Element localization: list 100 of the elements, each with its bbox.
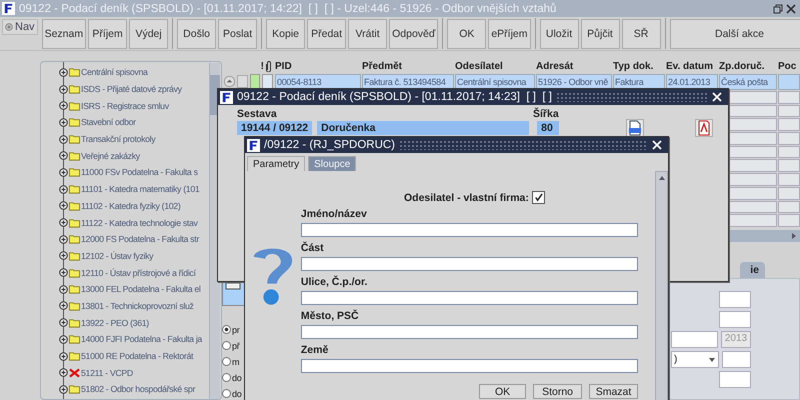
right-arrow-icon[interactable] bbox=[791, 232, 797, 240]
input-field[interactable] bbox=[719, 371, 751, 388]
expand-icon[interactable] bbox=[59, 301, 68, 310]
tree-item[interactable]: 11101 - Katedra matematiky (101 bbox=[81, 184, 200, 194]
toolbar-button[interactable]: SŘ bbox=[622, 18, 661, 48]
tree-item[interactable]: 13801 - Technickoprovozní služ bbox=[81, 300, 194, 311]
report-name-cell[interactable]: Doručenka bbox=[317, 121, 530, 135]
tree-item[interactable]: 51802 - Odbor hospodářské spr bbox=[81, 384, 196, 394]
input-field[interactable] bbox=[300, 359, 638, 373]
tab[interactable]: ie bbox=[740, 262, 765, 278]
paperclip-icon bbox=[266, 60, 272, 72]
expand-icon[interactable] bbox=[59, 168, 68, 177]
expand-icon[interactable] bbox=[59, 251, 68, 260]
expand-icon[interactable] bbox=[59, 68, 68, 77]
pdf-file-icon[interactable] bbox=[695, 119, 714, 137]
dialog-button[interactable]: OK bbox=[479, 384, 526, 399]
dialog-button[interactable]: Storno bbox=[533, 384, 582, 399]
nav-button[interactable]: Nav bbox=[2, 18, 38, 34]
table-cell: Faktura č. 513494584 bbox=[362, 74, 454, 90]
tree-item[interactable]: 11102 - Katedra fyziky (102) bbox=[81, 200, 180, 211]
table-cell bbox=[262, 74, 273, 90]
xml-file-icon[interactable] bbox=[626, 119, 644, 137]
checkbox[interactable] bbox=[532, 191, 545, 204]
radio-button[interactable] bbox=[222, 341, 231, 350]
report-number-cell[interactable]: 19144 / 09122 bbox=[237, 121, 312, 135]
option-label: m bbox=[232, 356, 240, 366]
tree-item[interactable]: 13000 FEL Podatelna - Fakulta el bbox=[81, 284, 201, 294]
expand-icon[interactable] bbox=[59, 268, 68, 278]
restore-icon[interactable] bbox=[773, 4, 783, 14]
toolbar-button[interactable]: Předat bbox=[307, 18, 346, 48]
tree-item[interactable]: Transakční protokoly bbox=[81, 134, 156, 144]
input-field[interactable] bbox=[722, 351, 751, 368]
expand-icon[interactable] bbox=[59, 118, 68, 127]
expand-icon[interactable] bbox=[59, 352, 68, 361]
radio-button[interactable] bbox=[222, 373, 231, 382]
tree-item[interactable]: 14000 FJFI Podatelna - Fakulta ja bbox=[81, 334, 202, 344]
tree-item[interactable]: 12110 - Ústav přístrojové a řídicí bbox=[81, 268, 196, 278]
input-field[interactable] bbox=[300, 325, 638, 339]
scroll-bar[interactable] bbox=[655, 171, 668, 400]
column-header: Poc bbox=[778, 60, 798, 72]
toolbar-button[interactable]: Výdej bbox=[129, 18, 168, 48]
dialog-title: /09122 - (RJ_SPDORUC) bbox=[264, 139, 396, 151]
input-field[interactable] bbox=[719, 291, 751, 308]
expand-icon[interactable] bbox=[59, 201, 68, 210]
expand-icon[interactable] bbox=[59, 151, 68, 160]
tab[interactable]: Parametry bbox=[247, 156, 306, 171]
expand-icon[interactable] bbox=[59, 334, 68, 344]
close-icon[interactable] bbox=[786, 4, 796, 14]
report-width-cell[interactable]: 80 bbox=[537, 121, 560, 135]
up-arrow-icon[interactable] bbox=[658, 175, 666, 181]
check-icon bbox=[534, 193, 543, 202]
radio-button[interactable] bbox=[222, 357, 231, 366]
row-checkbox[interactable] bbox=[237, 75, 248, 88]
expand-icon[interactable] bbox=[59, 368, 68, 378]
toolbar-button[interactable]: Další akce bbox=[670, 18, 800, 48]
tree-item[interactable]: 12102 - Ústav fyziky bbox=[81, 250, 154, 261]
folder-icon bbox=[69, 351, 80, 362]
table-cell bbox=[778, 159, 800, 172]
input-field[interactable] bbox=[300, 257, 638, 271]
tree-item[interactable]: Stavební odbor bbox=[81, 117, 136, 128]
expand-icon[interactable] bbox=[59, 184, 68, 194]
tree-item[interactable]: 13922 - PEO (361) bbox=[81, 318, 149, 328]
expand-icon[interactable] bbox=[59, 234, 68, 244]
toolbar-button[interactable]: Odpověď bbox=[389, 18, 438, 48]
input-field[interactable] bbox=[300, 291, 638, 305]
toolbar-button[interactable]: Kopie bbox=[266, 18, 306, 48]
toolbar-button[interactable]: Seznam bbox=[42, 18, 86, 48]
toolbar-button[interactable]: Došlo bbox=[177, 18, 216, 48]
dialog-button[interactable]: Smazat bbox=[589, 384, 638, 399]
tree-item[interactable]: 11000 FSv Podatelna - Fakulta s bbox=[81, 167, 198, 178]
expand-icon[interactable] bbox=[59, 134, 68, 144]
toolbar-button[interactable]: Příjem bbox=[88, 18, 128, 48]
toolbar-button[interactable]: Půjčit bbox=[580, 18, 620, 48]
toolbar-button[interactable]: ePříjem bbox=[488, 18, 531, 48]
expand-icon[interactable] bbox=[59, 384, 68, 394]
tree-item[interactable]: Veřejné zakázky bbox=[81, 150, 140, 161]
tree-item[interactable]: ISRS - Registrace smluv bbox=[81, 100, 169, 111]
table-cell bbox=[778, 132, 800, 145]
tree-item[interactable]: 11122 - Katedra technologie stav bbox=[81, 218, 198, 228]
tree-item[interactable]: Centrální spisovna bbox=[81, 67, 148, 78]
expand-icon[interactable] bbox=[59, 84, 68, 94]
expand-icon[interactable] bbox=[59, 218, 68, 228]
input-field[interactable] bbox=[671, 331, 718, 348]
radio-button[interactable] bbox=[222, 389, 231, 398]
tree-item[interactable]: 51211 - VCPD bbox=[81, 368, 133, 378]
toolbar-button[interactable]: Vrátit bbox=[348, 18, 388, 48]
radio-button[interactable] bbox=[222, 325, 231, 334]
toolbar-button[interactable]: Poslat bbox=[218, 18, 258, 48]
expand-icon[interactable] bbox=[59, 101, 68, 110]
input-field[interactable] bbox=[300, 223, 638, 237]
input-field[interactable] bbox=[719, 311, 751, 328]
tree-item[interactable]: 12000 FS Podatelna - Fakulta str bbox=[81, 234, 199, 244]
expand-icon[interactable] bbox=[59, 284, 68, 294]
tree-item[interactable]: 51000 RE Podatelna - Rektorát bbox=[81, 351, 194, 362]
option-label: pr bbox=[232, 324, 240, 334]
toolbar-button[interactable]: OK bbox=[447, 18, 486, 48]
toolbar-button[interactable]: Uložit bbox=[540, 18, 579, 48]
dropdown[interactable]: ) bbox=[671, 351, 719, 368]
tree-item[interactable]: ISDS - Přijaté datové zprávy bbox=[81, 84, 182, 94]
expand-icon[interactable] bbox=[59, 318, 68, 328]
